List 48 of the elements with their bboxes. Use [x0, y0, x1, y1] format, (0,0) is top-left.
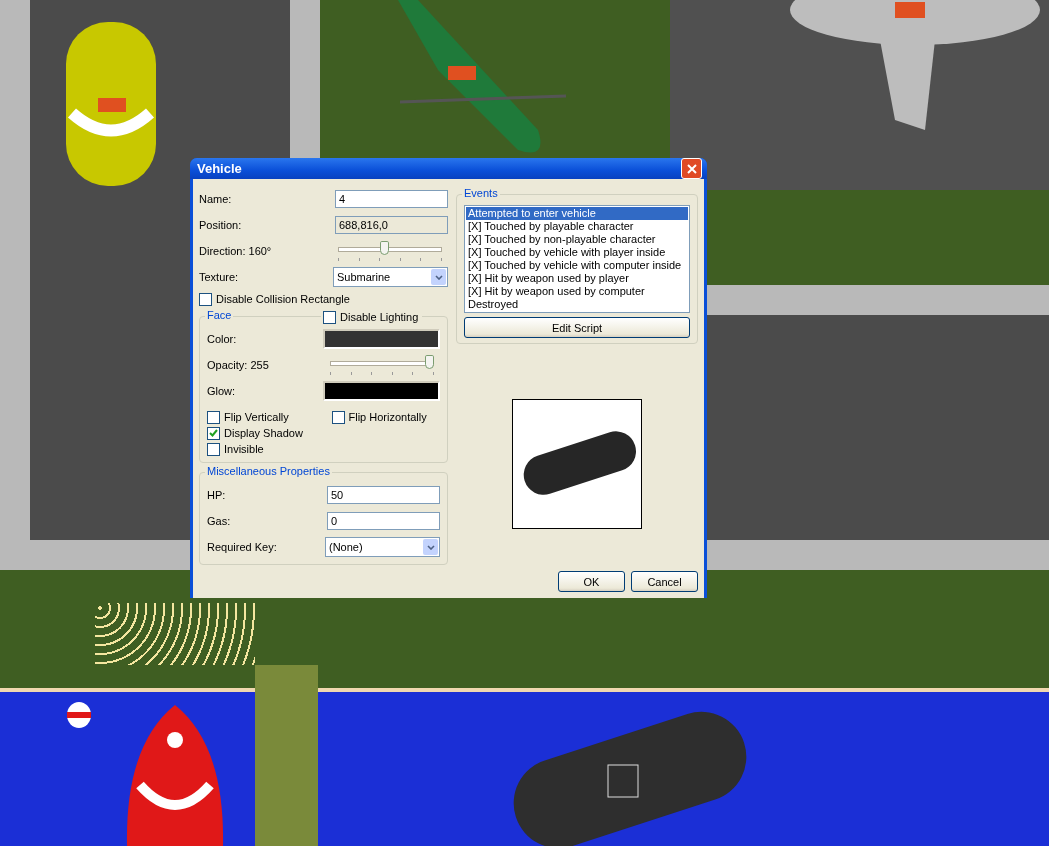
field-label: Name:	[199, 193, 232, 205]
input-field: 688,816,0	[335, 216, 448, 234]
checkbox[interactable]: Disable Collision Rectangle	[199, 291, 448, 307]
list-item[interactable]: [X] Hit by weapon used by computer	[466, 285, 688, 298]
dialog-button[interactable]: Cancel	[631, 571, 698, 592]
color-swatch[interactable]	[323, 329, 440, 349]
list-item[interactable]: [X] Touched by non-playable character	[466, 233, 688, 246]
input-field[interactable]: 50	[327, 486, 440, 504]
checkbox[interactable]: Display Shadow	[207, 425, 316, 441]
slider-thumb[interactable]	[379, 241, 389, 255]
field-label: Opacity: 255	[207, 359, 269, 371]
checkbox[interactable]: Invisible	[207, 441, 316, 457]
dropdown[interactable]: Submarine	[333, 267, 448, 287]
group-title: Miscellaneous Properties	[205, 465, 332, 477]
slider-thumb[interactable]	[425, 355, 434, 369]
list-item[interactable]: [X] Touched by playable character	[466, 220, 688, 233]
field-label: Required Key:	[207, 541, 277, 553]
close-button[interactable]	[681, 158, 702, 179]
color-swatch[interactable]	[323, 381, 440, 401]
list-item[interactable]: Attempted to enter vehicle	[466, 207, 688, 220]
edit-script-button[interactable]: Edit Script	[464, 317, 690, 338]
list-item[interactable]: Destroyed	[466, 298, 688, 311]
close-icon	[686, 163, 697, 174]
dialog-button[interactable]: OK	[558, 571, 625, 592]
dropdown[interactable]: (None)	[325, 537, 440, 557]
slider[interactable]	[338, 241, 442, 261]
group-title: Events	[462, 187, 500, 199]
buoy-drawing	[66, 700, 92, 730]
slider[interactable]	[330, 355, 434, 375]
field-label: HP:	[207, 489, 226, 501]
list-item[interactable]: [X] Touched by vehicle with player inside	[466, 246, 688, 259]
field-label: Direction: 160°	[199, 245, 272, 257]
input-field[interactable]: 4	[335, 190, 448, 208]
checkbox[interactable]: Flip Vertically	[207, 409, 316, 425]
list-item[interactable]: [X] Touched by vehicle with computer inside	[466, 259, 688, 272]
list-item[interactable]: [X] Hit by weapon used by player	[466, 272, 688, 285]
field-label: Texture:	[199, 271, 239, 283]
field-label: Glow:	[207, 385, 236, 397]
input-field[interactable]: 0	[327, 512, 440, 530]
field-label: Position:	[199, 219, 242, 231]
caret-icon	[426, 544, 435, 550]
checkbox[interactable]: Flip Horizontally	[331, 409, 440, 425]
checkmark-icon	[209, 429, 218, 437]
field-label: Gas:	[207, 515, 231, 527]
window-title: Vehicle	[197, 161, 242, 176]
group-title: Face	[205, 309, 234, 321]
field-label: Color:	[207, 333, 237, 345]
caret-icon	[434, 274, 443, 280]
